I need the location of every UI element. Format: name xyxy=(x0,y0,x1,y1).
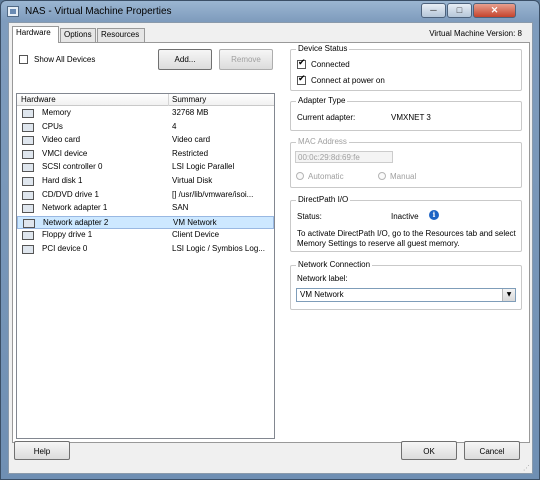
network-adapter-icon xyxy=(22,204,34,214)
network-adapter-icon xyxy=(23,218,35,228)
connected-label: Connected xyxy=(311,60,350,69)
row-summary: [] /usr/lib/vmware/isoi... xyxy=(172,189,254,199)
resize-grip-icon[interactable]: ⋰ xyxy=(523,464,531,472)
connect-power-on-checkbox[interactable] xyxy=(297,74,306,85)
row-summary: Virtual Disk xyxy=(172,176,213,185)
row-summary: VM Network xyxy=(173,217,217,227)
table-row[interactable]: SCSI controller 0 LSI Logic Parallel xyxy=(17,161,274,174)
network-label-selected: VM Network xyxy=(300,290,344,299)
row-hardware-name: Network adapter 2 xyxy=(43,217,109,227)
connected-checkbox[interactable] xyxy=(297,58,306,69)
row-hardware-name: PCI device 0 xyxy=(42,244,88,253)
row-hardware-name: SCSI controller 0 xyxy=(42,162,103,172)
tab-resources[interactable]: Resources xyxy=(97,28,145,42)
info-icon[interactable]: i xyxy=(429,210,439,220)
table-row[interactable]: VMCI device Restricted xyxy=(17,148,274,161)
tab-options[interactable]: Options xyxy=(60,28,96,42)
table-row[interactable]: Network adapter 1 SAN xyxy=(17,202,274,215)
hard-disk-icon xyxy=(22,177,34,186)
device-status-title: Device Status xyxy=(296,44,350,53)
cd-dvd-icon xyxy=(22,190,34,200)
row-hardware-name: Memory xyxy=(42,108,71,117)
hardware-tab-panel: Show All Devices Add... Remove Hardware … xyxy=(12,42,530,443)
row-summary: Client Device xyxy=(172,230,220,240)
automatic-radio[interactable] xyxy=(296,172,304,180)
row-summary: LSI Logic Parallel xyxy=(172,162,235,172)
cpu-icon xyxy=(22,122,34,132)
video-card-icon xyxy=(22,136,34,146)
manual-radio[interactable] xyxy=(378,172,386,180)
device-status-group: Device Status Connected Connect at power… xyxy=(290,44,522,91)
cancel-button[interactable]: Cancel xyxy=(464,441,520,460)
column-divider[interactable] xyxy=(168,94,169,106)
table-row[interactable]: Network adapter 2 VM Network xyxy=(17,215,274,229)
row-hardware-name: CPUs xyxy=(42,121,63,131)
table-header: Hardware Summary xyxy=(17,94,274,106)
row-summary: 4 xyxy=(172,121,177,131)
table-row[interactable]: Hard disk 1 Virtual Disk xyxy=(17,175,274,188)
vmci-device-icon xyxy=(22,149,34,159)
network-connection-title: Network Connection xyxy=(296,260,373,269)
window-title: NAS - Virtual Machine Properties xyxy=(25,6,172,17)
table-row[interactable]: PCI device 0 LSI Logic / Symbios Log... xyxy=(17,243,274,256)
title-bar[interactable]: NAS - Virtual Machine Properties ─ □ ✕ xyxy=(1,1,539,23)
connect-power-on-label: Connect at power on xyxy=(311,76,385,85)
remove-device-button[interactable]: Remove xyxy=(219,49,273,70)
row-summary: 32768 MB xyxy=(172,108,209,117)
scsi-controller-icon xyxy=(22,163,34,173)
automatic-label: Automatic xyxy=(308,172,344,181)
memory-icon xyxy=(22,109,34,118)
row-summary: SAN xyxy=(172,203,189,213)
directpath-note: To activate DirectPath I/O, go to the Re… xyxy=(297,229,516,248)
maximize-button[interactable]: □ xyxy=(447,3,472,18)
vm-window-icon xyxy=(7,6,19,17)
network-connection-group: Network Connection Network label: VM Net… xyxy=(290,260,522,310)
directpath-title: DirectPath I/O xyxy=(296,195,351,204)
add-device-button[interactable]: Add... xyxy=(158,49,212,70)
current-adapter-label: Current adapter: xyxy=(297,113,356,122)
tab-hardware[interactable]: Hardware xyxy=(12,26,59,43)
adapter-type-group: Adapter Type Current adapter: VMXNET 3 xyxy=(290,96,522,131)
ok-button[interactable]: OK xyxy=(401,441,457,460)
current-adapter-value: VMXNET 3 xyxy=(391,113,431,122)
row-hardware-name: Network adapter 1 xyxy=(42,203,108,213)
vm-properties-window: NAS - Virtual Machine Properties ─ □ ✕ H… xyxy=(0,0,540,480)
table-row[interactable]: CD/DVD drive 1 [] /usr/lib/vmware/isoi... xyxy=(17,189,274,202)
row-summary: Video card xyxy=(172,135,211,145)
minimize-button[interactable]: ─ xyxy=(421,3,446,18)
column-header-summary[interactable]: Summary xyxy=(172,95,206,104)
chevron-down-icon[interactable]: ▼ xyxy=(502,289,515,301)
mac-address-group: MAC Address 00:0c:29:8d:69:fe Automatic … xyxy=(290,137,522,188)
show-all-devices-checkbox[interactable] xyxy=(19,55,28,64)
row-hardware-name: Hard disk 1 xyxy=(42,176,83,185)
directpath-group: DirectPath I/O Status: Inactive i To act… xyxy=(290,195,522,252)
row-summary: LSI Logic / Symbios Log... xyxy=(172,244,265,253)
mac-address-field[interactable]: 00:0c:29:8d:69:fe xyxy=(295,151,393,163)
table-row[interactable]: Memory 32768 MB xyxy=(17,107,274,120)
table-row[interactable]: CPUs 4 xyxy=(17,121,274,134)
row-summary: Restricted xyxy=(172,148,209,158)
row-hardware-name: VMCI device xyxy=(42,148,88,158)
manual-label: Manual xyxy=(390,172,417,181)
network-label-dropdown[interactable]: VM Network ▼ xyxy=(296,288,516,302)
adapter-type-title: Adapter Type xyxy=(296,96,348,105)
show-all-devices-label: Show All Devices xyxy=(34,55,96,64)
column-header-hardware[interactable]: Hardware xyxy=(21,95,56,104)
vm-version-label: Virtual Machine Version: 8 xyxy=(429,29,522,38)
floppy-icon xyxy=(22,231,34,241)
table-row[interactable]: Floppy drive 1 Client Device xyxy=(17,229,274,242)
table-row[interactable]: Video card Video card xyxy=(17,134,274,147)
close-button[interactable]: ✕ xyxy=(473,3,516,18)
network-label-label: Network label: xyxy=(297,274,348,283)
mac-address-title: MAC Address xyxy=(296,137,349,146)
dialog-body: Hardware Options Resources Virtual Machi… xyxy=(8,22,533,474)
row-hardware-name: Video card xyxy=(42,135,81,145)
directpath-status-value: Inactive xyxy=(391,212,419,221)
help-button[interactable]: Help xyxy=(14,441,70,460)
pci-device-icon xyxy=(22,245,34,254)
hardware-table: Hardware Summary Memory 32768 MB CPUs 4 Vide… xyxy=(16,93,275,439)
row-hardware-name: CD/DVD drive 1 xyxy=(42,189,99,199)
directpath-status-label: Status: xyxy=(297,212,322,221)
row-hardware-name: Floppy drive 1 xyxy=(42,230,93,240)
